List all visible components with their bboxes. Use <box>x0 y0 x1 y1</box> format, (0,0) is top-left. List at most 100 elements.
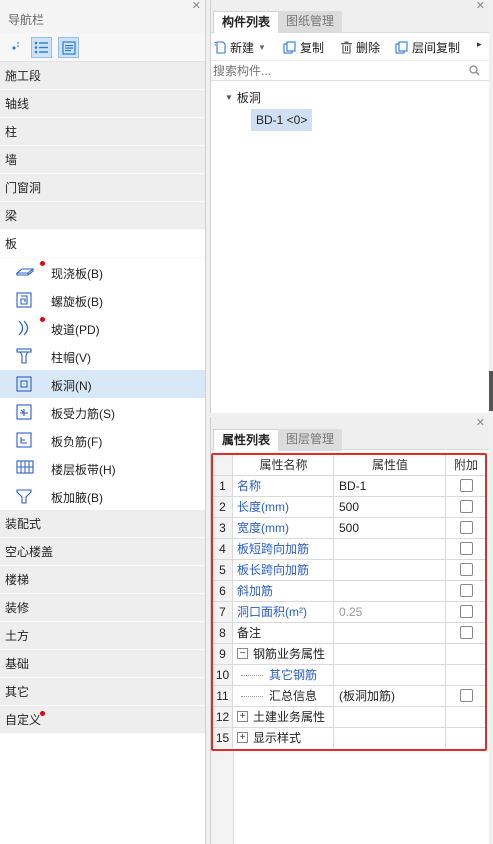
property-value[interactable] <box>335 665 446 685</box>
navigation-panel: 导航栏 ✕ 施工段 轴线柱墙门窗洞梁板 现浇板(B) 螺旋板(B) 坡道(PD) 柱帽(… <box>0 0 206 844</box>
property-row[interactable]: 6 斜加筋 <box>213 581 485 602</box>
property-name-cell[interactable]: 板短跨向加筋 <box>234 539 334 559</box>
property-row[interactable]: 15 + 显示样式 <box>213 728 485 749</box>
tree-leaf-bd1[interactable]: BD-1 <0> <box>251 109 313 131</box>
property-name-cell[interactable]: 名称 <box>234 476 334 496</box>
list-view-icon[interactable] <box>31 37 52 58</box>
extra-checkbox[interactable] <box>459 584 473 598</box>
extra-checkbox[interactable] <box>459 626 473 640</box>
nav-category-top-5[interactable]: 梁 <box>0 202 205 230</box>
extra-checkbox[interactable] <box>459 500 473 514</box>
nav-item-7[interactable]: 楼层板带(H) <box>0 454 205 482</box>
tab-layer-management[interactable]: 图层管理 <box>278 429 343 451</box>
nav-category-top-1[interactable]: 轴线 <box>0 90 205 118</box>
nav-category-bottom-6[interactable]: 其它 <box>0 678 205 706</box>
extra-checkbox[interactable] <box>459 542 473 556</box>
nav-category-top-0[interactable]: 施工段 <box>0 62 205 90</box>
tree-node-slab-hole[interactable]: ▼ 板洞 <box>225 89 261 106</box>
expand-icon[interactable]: + <box>237 711 248 723</box>
nav-category-bottom-7[interactable]: 自定义 <box>0 706 205 734</box>
property-value[interactable] <box>335 707 446 727</box>
expand-icon[interactable]: + <box>237 732 248 744</box>
close-icon[interactable]: ✕ <box>192 1 201 12</box>
property-row[interactable]: 8 备注 <box>213 623 485 644</box>
property-name-cell[interactable]: 汇总信息 <box>234 686 334 706</box>
property-row[interactable]: 7 洞口面积(m²) 0.25 <box>213 602 485 623</box>
property-name-cell[interactable]: − 钢筋业务属性 <box>234 644 334 664</box>
property-value[interactable] <box>335 644 446 664</box>
more-arrow-icon[interactable]: ▸ <box>477 39 482 50</box>
property-value[interactable]: BD-1 <box>335 476 446 496</box>
property-row[interactable]: 12 + 土建业务属性 <box>213 707 485 728</box>
nav-category-bottom-0[interactable]: 装配式 <box>0 510 205 538</box>
extra-checkbox[interactable] <box>459 479 473 493</box>
property-name-cell[interactable]: 长度(mm) <box>234 497 334 517</box>
tab-property-list[interactable]: 属性列表 <box>213 429 280 451</box>
property-name-cell[interactable]: 备注 <box>234 623 334 643</box>
splitter-handle[interactable] <box>489 371 493 411</box>
nav-item-4[interactable]: 板洞(N) <box>0 370 205 398</box>
nav-item-6[interactable]: 板负筋(F) <box>0 426 205 454</box>
property-row[interactable]: 2 长度(mm) 500 <box>213 497 485 518</box>
nav-category-top-6[interactable]: 板 <box>0 230 205 258</box>
property-name-cell[interactable]: 洞口面积(m²) <box>234 602 334 622</box>
extra-checkbox[interactable] <box>459 689 473 703</box>
property-value[interactable]: (板洞加筋) <box>335 686 446 706</box>
property-row[interactable]: 1 名称 BD-1 <box>213 476 485 497</box>
property-row[interactable]: 9− 钢筋业务属性 <box>213 644 485 665</box>
extra-checkbox[interactable] <box>459 521 473 535</box>
extra-checkbox[interactable] <box>459 605 473 619</box>
property-name-cell[interactable]: 其它钢筋 <box>234 665 334 685</box>
search-input[interactable] <box>213 62 463 79</box>
property-row[interactable]: 5 板长跨向加筋 <box>213 560 485 581</box>
property-row[interactable]: 3 宽度(mm) 500 <box>213 518 485 539</box>
extra-checkbox[interactable] <box>459 563 473 577</box>
collapse-icon[interactable]: − <box>237 648 248 660</box>
nav-item-1[interactable]: 螺旋板(B) <box>0 286 205 314</box>
copy-button[interactable]: 复制 <box>283 39 324 56</box>
property-value[interactable] <box>335 581 446 601</box>
nav-category-bottom-5[interactable]: 基础 <box>0 650 205 678</box>
close-icon[interactable]: ✕ <box>476 1 485 12</box>
nav-item-2[interactable]: 坡道(PD) <box>0 314 205 342</box>
property-grid-header: 属性名称 属性值 附加 <box>213 455 485 476</box>
tab-drawing-management[interactable]: 图纸管理 <box>278 11 343 33</box>
property-name-cell[interactable]: 板长跨向加筋 <box>234 560 334 580</box>
nav-category-bottom-3[interactable]: 装修 <box>0 594 205 622</box>
expand-arrow-icon[interactable]: ▼ <box>225 93 233 102</box>
delete-button[interactable]: 删除 <box>340 39 380 56</box>
property-row[interactable]: 4 板短跨向加筋 <box>213 539 485 560</box>
nav-item-8[interactable]: 板加腋(B) <box>0 482 205 510</box>
property-name-cell[interactable]: 宽度(mm) <box>234 518 334 538</box>
property-value[interactable] <box>335 560 446 580</box>
property-value[interactable] <box>335 623 446 643</box>
nav-item-3[interactable]: 柱帽(V) <box>0 342 205 370</box>
floor-copy-button[interactable]: 层间复制 <box>395 39 460 56</box>
row-number: 6 <box>213 581 233 601</box>
nav-category-bottom-1[interactable]: 空心楼盖 <box>0 538 205 566</box>
nav-category-bottom-4[interactable]: 土方 <box>0 622 205 650</box>
property-name-cell[interactable]: + 土建业务属性 <box>234 707 334 727</box>
search-icon[interactable] <box>469 65 480 76</box>
dropdown-arrow-icon[interactable]: ▼ <box>258 43 266 52</box>
detail-view-icon[interactable] <box>58 37 79 58</box>
nav-category-top-4[interactable]: 门窗洞 <box>0 174 205 202</box>
property-value[interactable]: 0.25 <box>335 602 446 622</box>
new-button[interactable]: 新建 ▼ <box>214 39 266 56</box>
property-value[interactable]: 500 <box>335 518 446 538</box>
property-row[interactable]: 10 其它钢筋 <box>213 665 485 686</box>
nav-item-5[interactable]: 板受力筋(S) <box>0 398 205 426</box>
property-value[interactable]: 500 <box>335 497 446 517</box>
nav-category-top-2[interactable]: 柱 <box>0 118 205 146</box>
nav-category-top-3[interactable]: 墙 <box>0 146 205 174</box>
property-value[interactable] <box>335 728 446 748</box>
nav-item-0[interactable]: 现浇板(B) <box>0 258 205 286</box>
property-name-cell[interactable]: 斜加筋 <box>234 581 334 601</box>
nav-category-bottom-2[interactable]: 楼梯 <box>0 566 205 594</box>
property-name-cell[interactable]: + 显示样式 <box>234 728 334 748</box>
tab-component-list[interactable]: 构件列表 <box>213 11 280 33</box>
close-icon[interactable]: ✕ <box>476 418 485 429</box>
property-row[interactable]: 11 汇总信息 (板洞加筋) <box>213 686 485 707</box>
sparkle-icon[interactable] <box>4 37 25 58</box>
property-value[interactable] <box>335 539 446 559</box>
